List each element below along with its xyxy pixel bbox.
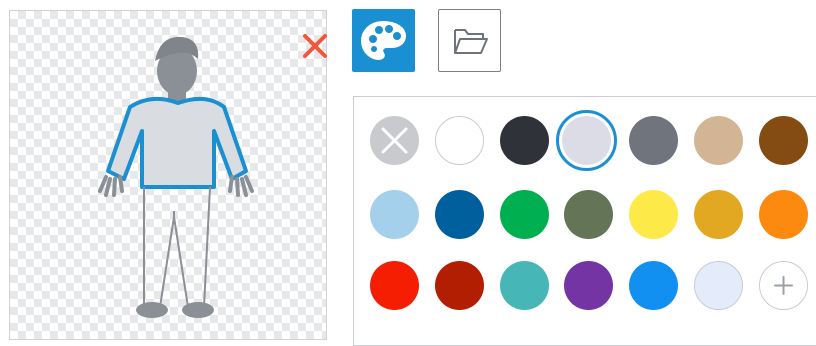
swatch-dark-red[interactable]	[435, 261, 484, 310]
swatch-light-blue[interactable]	[370, 190, 419, 239]
swatch-purple[interactable]	[564, 261, 613, 310]
palette-icon	[360, 20, 407, 61]
open-file-button[interactable]	[438, 9, 501, 72]
swatch-red[interactable]	[370, 261, 419, 310]
folder-icon	[454, 29, 488, 54]
swatch-gold[interactable]	[694, 190, 743, 239]
swatch-yellow[interactable]	[629, 190, 678, 239]
plus-icon	[774, 276, 793, 295]
swatch-pale-blue[interactable]	[694, 261, 743, 310]
swatch-olive[interactable]	[564, 190, 613, 239]
character-figure	[98, 36, 254, 318]
swatch-lavender-grey[interactable]	[562, 116, 611, 165]
swatch-dark-blue[interactable]	[435, 190, 484, 239]
swatch-no-color[interactable]	[370, 116, 419, 165]
swatch-green[interactable]	[500, 190, 549, 239]
color-palette	[353, 96, 816, 346]
add-color-button[interactable]	[759, 261, 808, 310]
swatch-orange[interactable]	[759, 190, 808, 239]
swatch-bright-blue[interactable]	[629, 261, 678, 310]
avatar-preview	[9, 10, 327, 340]
swatch-tan[interactable]	[694, 116, 743, 165]
color-tool-button[interactable]	[352, 9, 415, 72]
swatch-white[interactable]	[435, 116, 484, 165]
swatch-charcoal[interactable]	[500, 116, 549, 165]
swatch-slate[interactable]	[629, 116, 678, 165]
swatch-brown[interactable]	[759, 116, 808, 165]
close-icon	[303, 34, 327, 58]
no-color-icon	[381, 127, 408, 154]
swatch-teal[interactable]	[500, 261, 549, 310]
close-button[interactable]	[300, 31, 330, 61]
